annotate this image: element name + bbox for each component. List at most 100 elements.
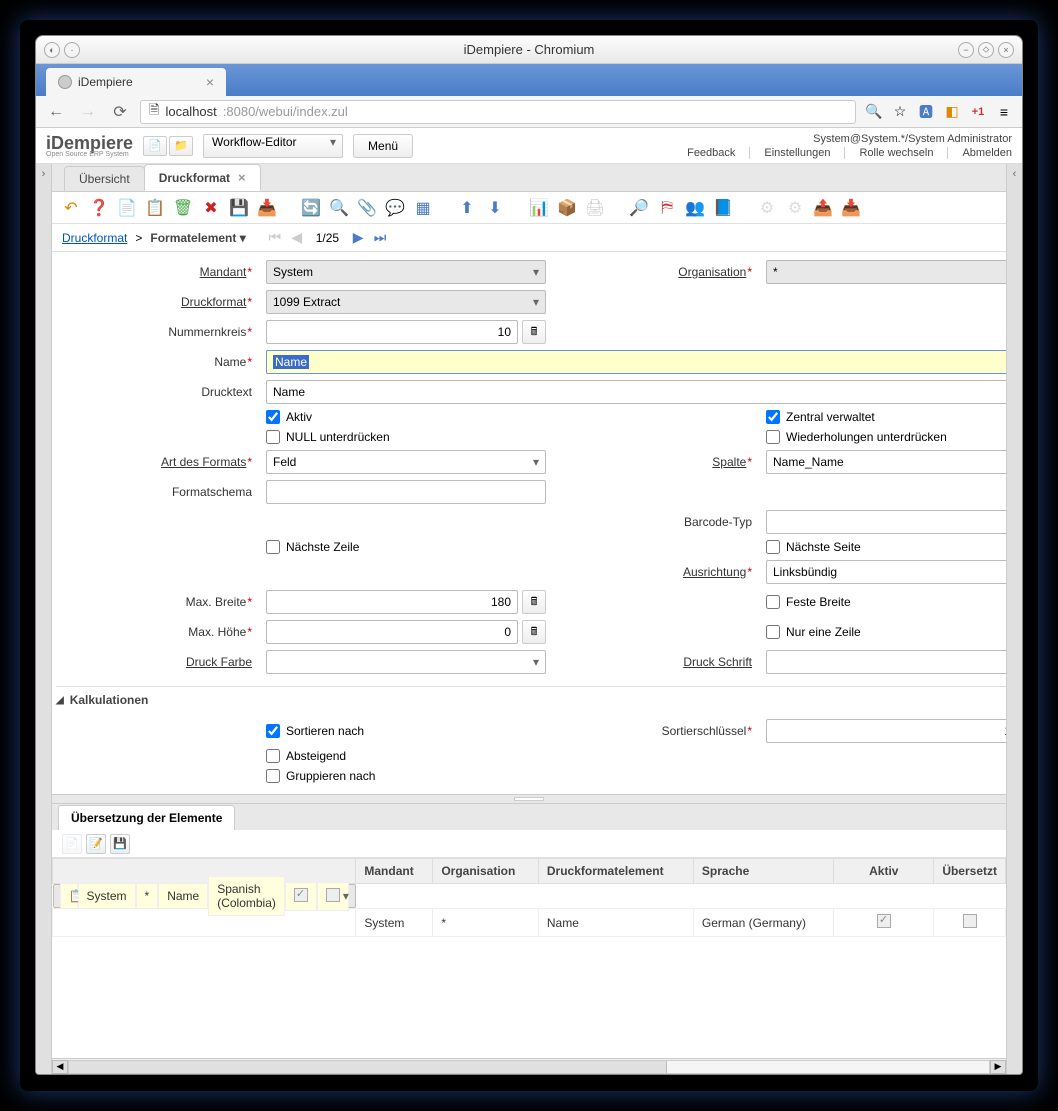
- aktiv-checkbox[interactable]: [266, 410, 280, 424]
- print-icon[interactable]: 🖨: [584, 197, 606, 219]
- save-new-icon[interactable]: 📥: [256, 197, 278, 219]
- scroll-right-icon[interactable]: ▶: [990, 1060, 1006, 1074]
- chat-icon[interactable]: 💬: [384, 197, 406, 219]
- gear-icon[interactable]: ⚙: [784, 197, 806, 219]
- calculator-button[interactable]: 🖩: [522, 620, 546, 644]
- copy-icon[interactable]: 📋: [144, 197, 166, 219]
- feste-breite-checkbox[interactable]: [766, 595, 780, 609]
- product-icon[interactable]: 📘: [712, 197, 734, 219]
- browser-tab[interactable]: iDempiere ×: [46, 68, 226, 96]
- save-row-button[interactable]: 💾: [110, 834, 130, 854]
- edit-row-button[interactable]: 📝: [86, 834, 106, 854]
- horizontal-scrollbar[interactable]: ◀ ▶: [52, 1058, 1006, 1074]
- zoom-icon[interactable]: 🔍: [864, 102, 884, 122]
- prev-record-icon[interactable]: ◀: [288, 229, 306, 247]
- parent-icon[interactable]: ⬆: [456, 197, 478, 219]
- menu-button[interactable]: Menü: [353, 134, 413, 158]
- null-suppress-checkbox[interactable]: [266, 430, 280, 444]
- workflow-selector[interactable]: Workflow-Editor: [203, 134, 343, 158]
- drucktext-input[interactable]: Name: [266, 380, 1006, 404]
- repeat-suppress-checkbox[interactable]: [766, 430, 780, 444]
- next-line-checkbox[interactable]: [266, 540, 280, 554]
- import-icon[interactable]: 📥: [840, 197, 862, 219]
- tab-uebersetzung[interactable]: Übersetzung der Elemente: [58, 805, 235, 830]
- maximize-icon[interactable]: ⬦: [978, 42, 994, 58]
- delete-icon[interactable]: 🗑: [172, 197, 194, 219]
- druck-schrift-select[interactable]: [766, 650, 1006, 674]
- delete-red-icon[interactable]: ✖: [200, 197, 222, 219]
- max-breite-input[interactable]: 180: [266, 590, 518, 614]
- druckformat-select[interactable]: 1099 Extract: [266, 290, 546, 314]
- extension1-icon[interactable]: ◧: [942, 102, 962, 122]
- table-row[interactable]: System * Name German (Germany): [53, 909, 1006, 937]
- refresh-icon[interactable]: 🔄: [300, 197, 322, 219]
- sortierschluessel-input[interactable]: 1: [766, 719, 1006, 743]
- druck-farbe-select[interactable]: [266, 650, 546, 674]
- link-feedback[interactable]: Feedback: [687, 147, 735, 159]
- save-icon[interactable]: 💾: [228, 197, 250, 219]
- max-hoehe-input[interactable]: 0: [266, 620, 518, 644]
- link-logout[interactable]: Abmelden: [947, 147, 1012, 159]
- help-icon[interactable]: ❓: [88, 197, 110, 219]
- pin-icon[interactable]: ·: [64, 42, 80, 58]
- breadcrumb-root[interactable]: Druckformat: [62, 231, 127, 245]
- zentral-checkbox[interactable]: [766, 410, 780, 424]
- absteigend-checkbox[interactable]: [266, 749, 280, 763]
- ausrichtung-select[interactable]: Linksbündig: [766, 560, 1006, 584]
- new-icon[interactable]: 📄: [116, 197, 138, 219]
- first-record-icon[interactable]: ⏮: [266, 229, 284, 247]
- archive-icon[interactable]: 📦: [556, 197, 578, 219]
- calculator-button[interactable]: 🖩: [522, 590, 546, 614]
- minimize-icon[interactable]: −: [958, 42, 974, 58]
- workflow-icon[interactable]: ⛿: [656, 197, 678, 219]
- close-icon[interactable]: ×: [998, 42, 1014, 58]
- forward-button[interactable]: →: [76, 100, 100, 124]
- reload-button[interactable]: ⟳: [108, 100, 132, 124]
- next-page-checkbox[interactable]: [766, 540, 780, 554]
- organisation-select[interactable]: *: [766, 260, 1006, 284]
- next-record-icon[interactable]: ▶: [349, 229, 367, 247]
- tab-close-icon[interactable]: ×: [238, 170, 246, 185]
- right-sidebar-expand[interactable]: ‹: [1006, 164, 1022, 1074]
- spalte-select[interactable]: Name_Name: [766, 450, 1006, 474]
- link-settings[interactable]: Einstellungen: [749, 147, 830, 159]
- table-row[interactable]: 📋 System * Name Spanish (Colombia): [53, 884, 356, 908]
- grid-icon[interactable]: ▦: [412, 197, 434, 219]
- calculator-button[interactable]: 🖩: [522, 320, 546, 344]
- gruppieren-checkbox[interactable]: [266, 769, 280, 783]
- back-button[interactable]: ←: [44, 100, 68, 124]
- process-icon[interactable]: ⚙: [756, 197, 778, 219]
- tab-overview[interactable]: Übersicht: [64, 166, 145, 191]
- open-button[interactable]: 📁: [169, 136, 193, 156]
- link-switch-role[interactable]: Rolle wechseln: [844, 147, 933, 159]
- export-icon[interactable]: 📤: [812, 197, 834, 219]
- url-input[interactable]: 🗎 localhost:8080/webui/index.zul: [140, 100, 856, 124]
- report-icon[interactable]: 📊: [528, 197, 550, 219]
- zoom-across-icon[interactable]: 🔎: [628, 197, 650, 219]
- scroll-left-icon[interactable]: ◀: [52, 1060, 68, 1074]
- horizontal-splitter[interactable]: [52, 794, 1006, 804]
- formatschema-input[interactable]: [266, 480, 546, 504]
- translate-icon[interactable]: 🅰: [916, 102, 936, 122]
- search-icon[interactable]: 🔍: [328, 197, 350, 219]
- name-input[interactable]: Name: [266, 350, 1006, 374]
- bookmark-icon[interactable]: ☆: [890, 102, 910, 122]
- menu-icon[interactable]: ≡: [994, 102, 1014, 122]
- detail-icon[interactable]: ⬇: [484, 197, 506, 219]
- tab-close-icon[interactable]: ×: [206, 74, 214, 90]
- attach-icon[interactable]: 📎: [356, 197, 378, 219]
- app-menu-icon[interactable]: ◐: [44, 42, 60, 58]
- nummernkreis-input[interactable]: 10: [266, 320, 518, 344]
- section-kalkulationen[interactable]: ◢Kalkulationen: [56, 686, 1006, 713]
- last-record-icon[interactable]: ⏭: [371, 229, 389, 247]
- tab-druckformat[interactable]: Druckformat ×: [144, 164, 261, 191]
- barcode-select[interactable]: [766, 510, 1006, 534]
- undo-icon[interactable]: ↶: [60, 197, 82, 219]
- request-icon[interactable]: 👥: [684, 197, 706, 219]
- gplus-icon[interactable]: +1: [968, 102, 988, 122]
- art-format-select[interactable]: Feld: [266, 450, 546, 474]
- breadcrumb-current[interactable]: Formatelement ▾: [150, 231, 245, 245]
- mandant-select[interactable]: System: [266, 260, 546, 284]
- left-sidebar-expand[interactable]: ›: [36, 164, 52, 1074]
- sortieren-checkbox[interactable]: [266, 724, 280, 738]
